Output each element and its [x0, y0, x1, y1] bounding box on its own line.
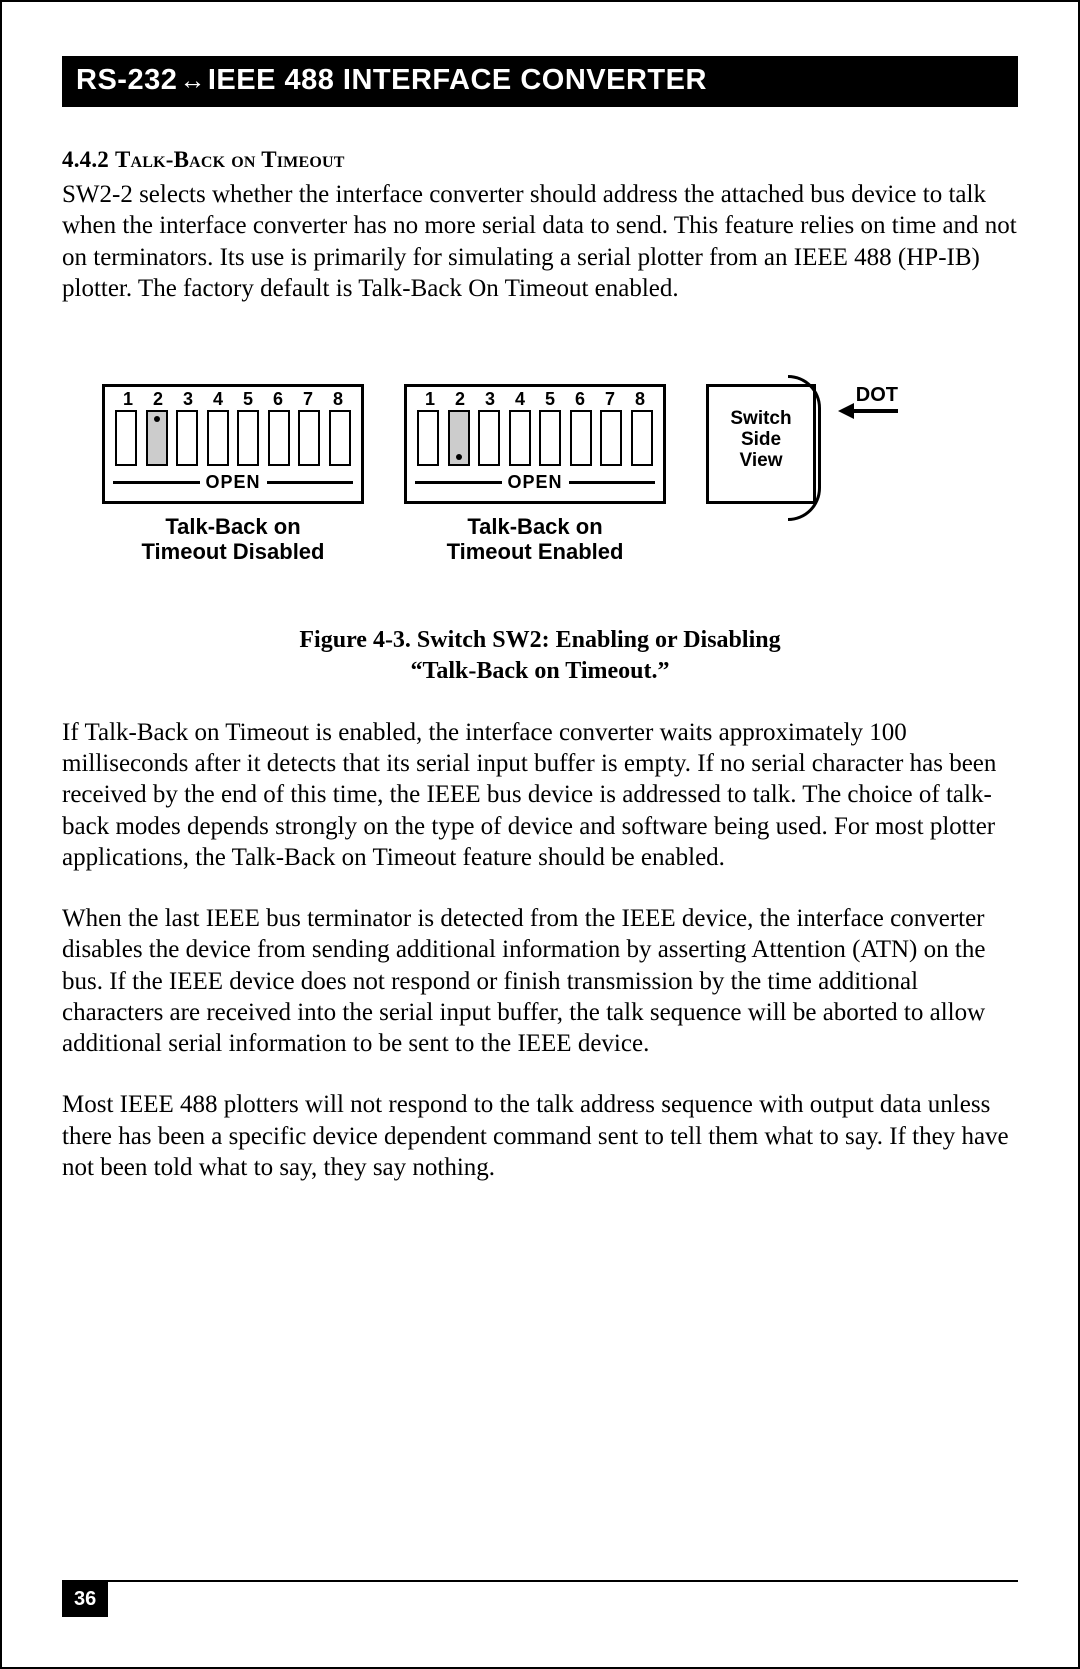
dip-num: 1 [115, 389, 141, 410]
open-label-row: OPEN [113, 472, 353, 493]
dip-num: 7 [295, 389, 321, 410]
dip-box: 1 2 3 4 5 6 7 8 [102, 384, 364, 504]
dot-icon [154, 416, 160, 422]
figure-caption-line: Figure 4-3. Switch SW2: Enabling or Disa… [62, 625, 1018, 656]
dip-num: 8 [325, 389, 351, 410]
dip-num: 6 [265, 389, 291, 410]
page-number: 36 [62, 1582, 108, 1617]
dip-switch-enabled: 1 2 3 4 5 6 7 8 [404, 384, 666, 565]
dip-num: 2 [145, 389, 171, 410]
dip-num: 8 [627, 389, 653, 410]
paragraph-1: SW2-2 selects whether the interface conv… [62, 179, 1018, 304]
dip-num: 2 [447, 389, 473, 410]
section-heading: 4.4.2 Talk-Back on Timeout [62, 147, 1018, 173]
dip-sw-1 [417, 410, 439, 466]
dip-caption-line: Talk-Back on [404, 514, 666, 539]
section-title: Talk-Back on Timeout [115, 147, 345, 172]
dip-switch-diagram: 1 2 3 4 5 6 7 8 [62, 384, 1018, 565]
dip-sw-8 [631, 410, 653, 466]
page-header: RS-232 ↔ IEEE 488 INTERFACE CONVERTER [62, 56, 1018, 107]
dip-num: 6 [567, 389, 593, 410]
dip-sw-2 [146, 410, 168, 466]
dip-switch-row [113, 410, 353, 466]
open-label-row: OPEN [415, 472, 655, 493]
dip-sw-2 [448, 410, 470, 466]
rule-line [569, 481, 656, 484]
dip-sw-7 [600, 410, 622, 466]
sideview-curve-icon [788, 375, 821, 521]
dip-num: 4 [205, 389, 231, 410]
dip-num: 5 [537, 389, 563, 410]
dip-sw-3 [478, 410, 500, 466]
dip-number-row: 1 2 3 4 5 6 7 8 [113, 389, 353, 410]
left-arrow-icon [838, 409, 898, 413]
page-footer: 36 [2, 1580, 1078, 1617]
paragraph-4: Most IEEE 488 plotters will not respond … [62, 1089, 1018, 1183]
dip-sw-6 [268, 410, 290, 466]
dip-switch-disabled: 1 2 3 4 5 6 7 8 [102, 384, 364, 565]
dip-num: 7 [597, 389, 623, 410]
switch-sideview-box: Switch Side View [706, 384, 816, 504]
dip-caption: Talk-Back on Timeout Enabled [404, 514, 666, 565]
open-label: OPEN [206, 472, 261, 493]
dot-icon [456, 454, 462, 460]
dip-sw-5 [539, 410, 561, 466]
dip-sw-3 [176, 410, 198, 466]
rule-line [415, 481, 502, 484]
sideview-group: Switch Side View DOT [706, 384, 898, 504]
dip-sw-7 [298, 410, 320, 466]
dip-sw-5 [237, 410, 259, 466]
dip-num: 3 [477, 389, 503, 410]
figure-caption-line: “Talk-Back on Timeout.” [62, 656, 1018, 687]
dot-label-col: DOT [822, 384, 898, 413]
dip-sw-1 [115, 410, 137, 466]
header-left: RS-232 [76, 64, 177, 97]
dip-num: 4 [507, 389, 533, 410]
dip-sw-4 [207, 410, 229, 466]
section-number: 4.4.2 [62, 147, 109, 172]
figure-caption: Figure 4-3. Switch SW2: Enabling or Disa… [62, 625, 1018, 687]
rule-line [267, 481, 354, 484]
open-label: OPEN [508, 472, 563, 493]
rule-line [113, 481, 200, 484]
page: RS-232 ↔ IEEE 488 INTERFACE CONVERTER 4.… [0, 0, 1080, 1669]
dip-sw-4 [509, 410, 531, 466]
dip-sw-8 [329, 410, 351, 466]
dot-label: DOT [822, 384, 898, 407]
dip-num: 1 [417, 389, 443, 410]
paragraph-2: If Talk-Back on Timeout is enabled, the … [62, 717, 1018, 873]
dip-caption: Talk-Back on Timeout Disabled [102, 514, 364, 565]
dip-number-row: 1 2 3 4 5 6 7 8 [415, 389, 655, 410]
footer-rule [62, 1580, 1018, 1582]
dip-box: 1 2 3 4 5 6 7 8 [404, 384, 666, 504]
dip-switch-row [415, 410, 655, 466]
dip-caption-line: Timeout Enabled [404, 539, 666, 564]
bidirectional-arrow-icon: ↔ [177, 65, 208, 96]
dip-caption-line: Talk-Back on [102, 514, 364, 539]
dip-num: 5 [235, 389, 261, 410]
dip-sw-6 [570, 410, 592, 466]
dip-caption-line: Timeout Disabled [102, 539, 364, 564]
paragraph-3: When the last IEEE bus terminator is det… [62, 903, 1018, 1059]
dip-num: 3 [175, 389, 201, 410]
header-right: IEEE 488 INTERFACE CONVERTER [208, 64, 707, 97]
